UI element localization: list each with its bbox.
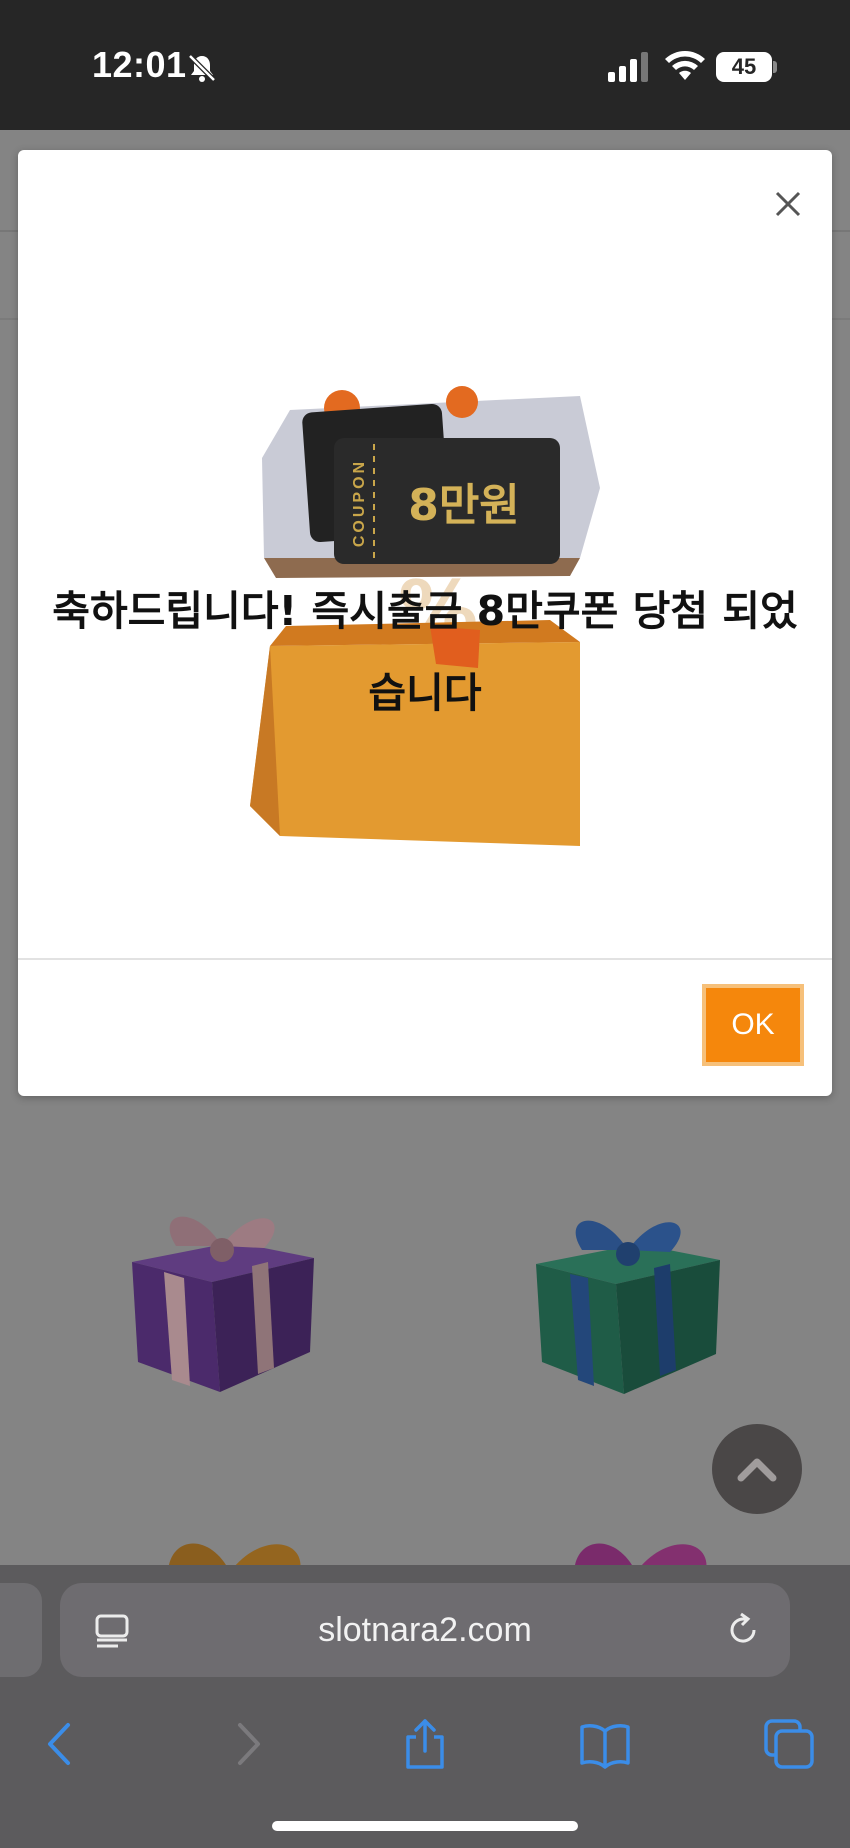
modal-message: 축하드립니다! 즉시출금 8만쿠폰 당첨 되었습니다 (52, 587, 798, 717)
browser-toolbar (0, 1705, 850, 1785)
close-icon[interactable] (772, 188, 804, 220)
previous-tab-peek[interactable] (0, 1583, 42, 1677)
coupon-amount: 8만원 (408, 480, 520, 531)
signal-icon (608, 52, 648, 82)
bell-slash-icon (188, 54, 216, 82)
wifi-icon (665, 51, 705, 80)
chevron-up-icon (737, 1458, 777, 1482)
forward-icon[interactable] (220, 1717, 274, 1771)
tabs-icon[interactable] (762, 1717, 816, 1771)
bookmarks-icon[interactable] (578, 1717, 632, 1771)
ok-button[interactable]: OK (702, 984, 804, 1066)
green-gift-icon[interactable] (530, 1206, 726, 1396)
battery-icon: 45 (716, 52, 772, 82)
address-bar[interactable]: slotnara2.com (60, 1583, 790, 1677)
coupon-label: COUPON (351, 459, 368, 547)
status-bar: 12:01 45 (0, 0, 850, 130)
share-icon[interactable] (398, 1717, 452, 1771)
purple-gift-icon[interactable] (124, 1202, 320, 1394)
home-indicator (272, 1821, 578, 1831)
modal-divider (18, 958, 832, 960)
coupon-modal: COUPON 8만원 % 축하드립니다! 즉시출금 8만쿠폰 당첨 되었습니다 … (18, 150, 832, 1096)
back-icon[interactable] (34, 1717, 88, 1771)
browser-chrome: slotnara2.com (0, 1565, 850, 1848)
scroll-to-top-button[interactable] (712, 1424, 802, 1514)
reload-icon[interactable] (724, 1611, 762, 1649)
status-time: 12:01 (92, 44, 187, 85)
url-text[interactable]: slotnara2.com (60, 1583, 790, 1677)
battery-cap (773, 61, 777, 73)
